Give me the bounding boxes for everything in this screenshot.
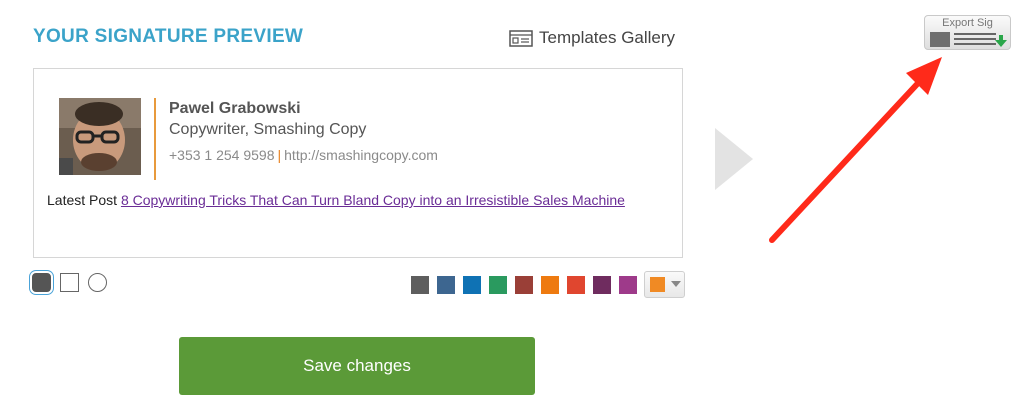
chevron-down-icon bbox=[671, 281, 681, 287]
latest-post: Latest Post 8 Copywriting Tricks That Ca… bbox=[47, 191, 647, 210]
avatar bbox=[59, 98, 141, 175]
signature-phone: +353 1 254 9598 bbox=[169, 147, 275, 163]
rounded-square-option[interactable] bbox=[32, 273, 51, 292]
signature-divider bbox=[154, 98, 156, 180]
color-swatch-1[interactable] bbox=[411, 276, 429, 294]
templates-gallery-icon bbox=[509, 29, 533, 47]
color-swatches bbox=[411, 276, 637, 294]
circle-option[interactable] bbox=[88, 273, 107, 292]
color-swatch-5[interactable] bbox=[515, 276, 533, 294]
color-swatch-9[interactable] bbox=[619, 276, 637, 294]
latest-post-link[interactable]: 8 Copywriting Tricks That Can Turn Bland… bbox=[121, 192, 625, 208]
signature-contact: +353 1 254 9598 | http://smashingcopy.com bbox=[169, 147, 438, 163]
color-swatch-2[interactable] bbox=[437, 276, 455, 294]
square-option[interactable] bbox=[60, 273, 79, 292]
export-sig-label: Export Sig bbox=[942, 17, 993, 29]
color-swatch-8[interactable] bbox=[593, 276, 611, 294]
export-download-icon bbox=[930, 32, 1007, 47]
color-swatch-7[interactable] bbox=[567, 276, 585, 294]
signature-name: Pawel Grabowski bbox=[169, 100, 301, 117]
signature-role: Copywriter, Smashing Copy bbox=[169, 121, 367, 138]
photo-shape-options bbox=[32, 273, 107, 292]
latest-post-label: Latest Post bbox=[47, 192, 118, 208]
color-swatch-4[interactable] bbox=[489, 276, 507, 294]
contact-separator: | bbox=[277, 147, 282, 163]
signature-website: http://smashingcopy.com bbox=[284, 147, 438, 163]
color-swatch-6[interactable] bbox=[541, 276, 559, 294]
color-swatch-3[interactable] bbox=[463, 276, 481, 294]
red-arrow-icon bbox=[760, 45, 960, 255]
play-arrow-icon bbox=[715, 128, 755, 195]
save-button[interactable]: Save changes bbox=[179, 337, 535, 395]
color-picker-dropdown[interactable] bbox=[644, 271, 685, 298]
templates-gallery-label: Templates Gallery bbox=[539, 28, 676, 47]
export-sig-button[interactable]: Export Sig bbox=[924, 15, 1011, 50]
templates-gallery-link[interactable]: Templates Gallery bbox=[509, 28, 675, 48]
selected-color-chip bbox=[650, 277, 665, 292]
signature-preview-box: Pawel Grabowski Copywriter, Smashing Cop… bbox=[33, 68, 683, 258]
preview-title: YOUR SIGNATURE PREVIEW bbox=[33, 26, 304, 47]
